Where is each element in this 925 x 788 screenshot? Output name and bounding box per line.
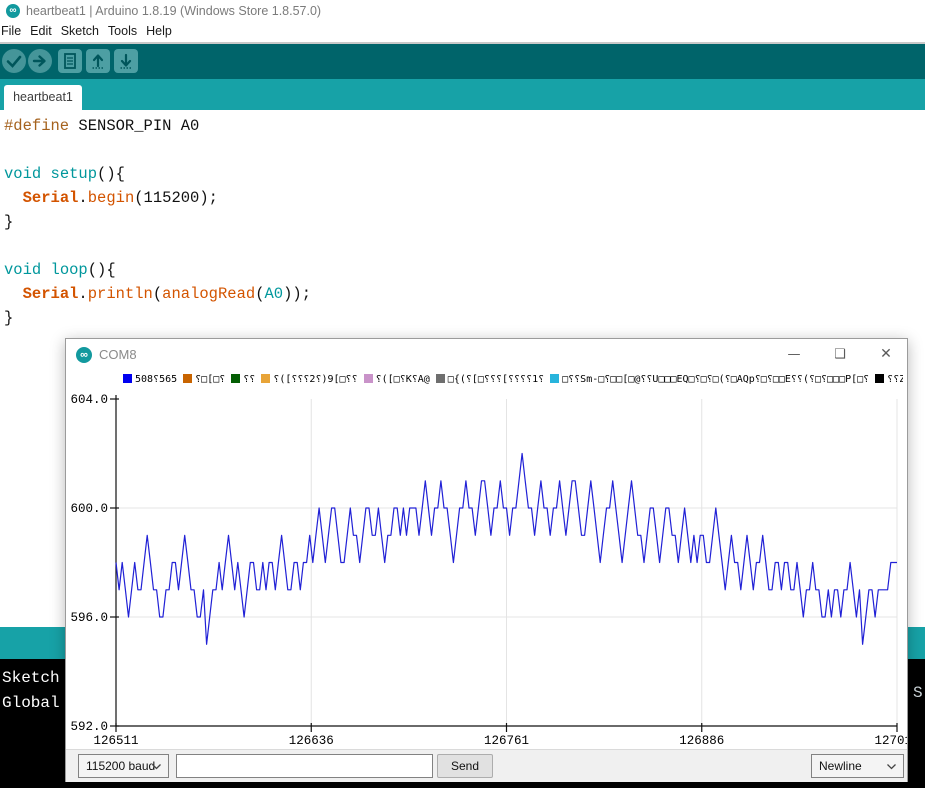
legend-item: ⸮⸮ (231, 374, 255, 385)
serial-send-input[interactable] (176, 754, 433, 778)
baud-rate-value: 115200 baud (86, 759, 156, 773)
arduino-logo-icon: ∞ (76, 347, 92, 363)
chevron-down-icon (887, 764, 896, 770)
legend-item: □{(⸮[□⸮⸮⸮[⸮⸮⸮⸮1⸮ (435, 374, 544, 385)
new-sketch-button[interactable] (58, 49, 82, 73)
upload-button[interactable] (28, 49, 52, 73)
legend-item: ⸮([⸮⸮⸮2⸮)9[□⸮⸮ (261, 374, 358, 385)
legend-swatch-icon (183, 374, 193, 383)
svg-text:126636: 126636 (289, 734, 334, 748)
svg-text:600.0: 600.0 (70, 502, 108, 516)
console-fragment: S (913, 684, 923, 702)
legend-item: □⸮⸮Sm-□⸮□□[□@⸮⸮U□□□EQ□⸮□⸮□(⸮□AQp⸮□⸮□□E⸮⸮… (550, 374, 869, 385)
document-icon (64, 53, 76, 69)
svg-text:126886: 126886 (679, 734, 724, 748)
arrow-down-tray-icon (120, 53, 132, 69)
menu-item-sketch[interactable]: Sketch (61, 22, 99, 40)
baud-rate-select[interactable]: 115200 baud (78, 754, 169, 778)
maximize-button[interactable]: ❑ (817, 339, 863, 370)
check-icon (6, 55, 22, 68)
arduino-logo-icon: ∞ (6, 4, 20, 18)
console-text: Sketch Global (2, 666, 60, 716)
svg-text:596.0: 596.0 (70, 611, 108, 625)
tab-bar: heartbeat1 (0, 79, 925, 110)
close-button[interactable]: ✕ (863, 339, 909, 370)
right-arrow-icon (32, 55, 46, 67)
svg-text:126761: 126761 (484, 734, 529, 748)
legend-item: ⸮⸮Z (875, 374, 903, 385)
arduino-ide-window: ∞ heartbeat1 | Arduino 1.8.19 (Windows S… (0, 0, 925, 788)
plotter-chart-svg: 592.0 596.0 600.0 604.0 126511 126636 126761 12… (70, 393, 907, 748)
menu-item-help[interactable]: Help (146, 22, 172, 40)
minimize-button[interactable]: — (771, 339, 817, 370)
save-sketch-button[interactable] (114, 49, 138, 73)
legend-swatch-icon (363, 374, 373, 383)
plotter-titlebar[interactable]: ∞ COM8 — ❑ ✕ (66, 339, 907, 371)
code-line: } (4, 213, 14, 231)
open-sketch-button[interactable] (86, 49, 110, 73)
svg-text:126511: 126511 (93, 734, 138, 748)
legend-item: 508⸮565 (123, 374, 177, 385)
console-line: Sketch (2, 669, 60, 687)
serial-plotter-window: ∞ COM8 — ❑ ✕ 508⸮565 ⸮□[□⸮ ⸮⸮ ⸮([⸮⸮⸮2⸮)9[□⸮… (65, 338, 908, 782)
chevron-down-icon (152, 764, 161, 770)
legend-swatch-icon (435, 374, 445, 383)
tab-heartbeat1[interactable]: heartbeat1 (4, 85, 82, 110)
legend-item: ⸮([□⸮K⸮A@ (363, 374, 430, 385)
menu-item-file[interactable]: File (1, 22, 21, 40)
plot-legend: 508⸮565 ⸮□[□⸮ ⸮⸮ ⸮([⸮⸮⸮2⸮)9[□⸮⸮ ⸮([□⸮K⸮A@ □{(… (123, 374, 903, 388)
menu-item-edit[interactable]: Edit (30, 22, 52, 40)
code-line: void setup(){ (4, 165, 125, 183)
svg-text:592.0: 592.0 (70, 720, 108, 734)
code-line: void loop(){ (4, 261, 116, 279)
menu-bar: File Edit Sketch Tools Help (0, 22, 925, 42)
window-title: heartbeat1 | Arduino 1.8.19 (Windows Sto… (26, 4, 322, 18)
plotter-title: COM8 (99, 347, 137, 362)
menu-item-tools[interactable]: Tools (108, 22, 137, 40)
console-line: Global (2, 694, 60, 712)
code-line: Serial.println(analogRead(A0)); (22, 285, 312, 303)
legend-swatch-icon (261, 374, 271, 383)
code-line: } (4, 309, 14, 327)
code-lines: #define SENSOR_PIN A0 void setup(){ Seri… (4, 114, 311, 330)
code-line: #define SENSOR_PIN A0 (4, 117, 200, 135)
toolbar (0, 44, 925, 79)
verify-button[interactable] (2, 49, 26, 73)
line-ending-select[interactable]: Newline (811, 754, 904, 778)
window-titlebar: ∞ heartbeat1 | Arduino 1.8.19 (Windows S… (0, 0, 925, 22)
send-button[interactable]: Send (437, 754, 493, 778)
plotter-controls: 115200 baud Send Newline (66, 749, 907, 782)
legend-swatch-icon (550, 374, 560, 383)
legend-item: ⸮□[□⸮ (183, 374, 225, 385)
legend-swatch-icon (123, 374, 132, 383)
legend-swatch-icon (875, 374, 885, 383)
code-line: Serial.begin(115200); (22, 189, 218, 207)
svg-text:127011: 127011 (874, 734, 907, 748)
legend-swatch-icon (231, 374, 241, 383)
arrow-up-tray-icon (92, 54, 104, 69)
line-ending-value: Newline (819, 759, 862, 773)
svg-text:604.0: 604.0 (70, 393, 108, 407)
